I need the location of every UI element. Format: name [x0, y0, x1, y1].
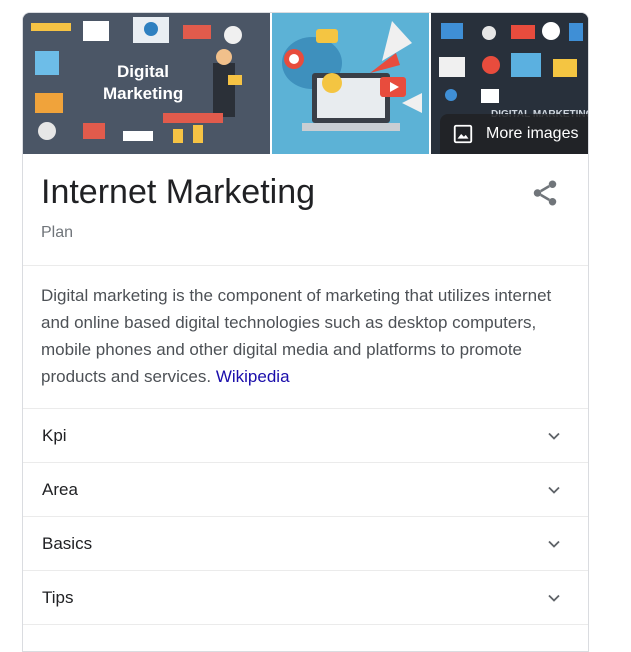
chevron-down-icon — [548, 540, 560, 548]
section-label: Area — [42, 479, 78, 499]
image1-title-line1: Digital — [117, 62, 169, 81]
image-thumbnail-1[interactable]: Digital Marketing — [23, 13, 271, 154]
wikipedia-link[interactable]: Wikipedia — [216, 367, 290, 386]
image1-title-line2: Marketing — [103, 84, 183, 103]
image-strip: Digital Marketing More images — [23, 13, 588, 154]
more-images-label: More images — [486, 125, 579, 142]
entity-title: Internet Marketing — [41, 173, 316, 211]
section-label: Kpi — [42, 425, 67, 445]
description-text: Digital marketing is the component of ma… — [41, 286, 552, 386]
image-thumbnail-3[interactable]: DIGITAL MARKETING More images — [430, 13, 588, 154]
more-images-button[interactable]: More images — [440, 114, 588, 154]
image-thumbnail-2[interactable] — [272, 13, 429, 154]
image-icon — [453, 124, 473, 144]
share-icon[interactable] — [530, 178, 560, 208]
entity-description: Digital marketing is the component of ma… — [23, 266, 588, 409]
chevron-down-icon — [548, 432, 560, 440]
section-row-kpi[interactable]: Kpi — [23, 409, 588, 463]
section-label: Tips — [42, 587, 74, 607]
section-row-tips[interactable]: Tips — [23, 571, 588, 625]
knowledge-panel: Digital Marketing More images Internet M… — [22, 12, 589, 652]
entity-subtitle: Plan — [41, 224, 74, 241]
entity-header: Internet Marketing Plan — [23, 154, 588, 266]
chevron-down-icon — [548, 486, 560, 494]
section-label: Basics — [42, 533, 93, 553]
section-row-basics[interactable]: Basics — [23, 517, 588, 571]
chevron-down-icon — [548, 594, 560, 602]
section-row-area[interactable]: Area — [23, 463, 588, 517]
